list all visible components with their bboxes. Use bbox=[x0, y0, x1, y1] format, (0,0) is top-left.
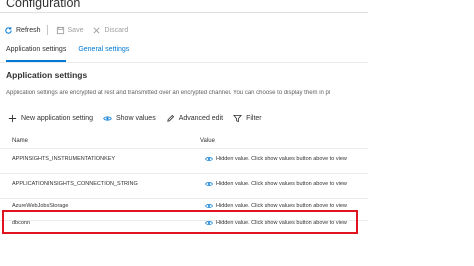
toolbar-separator bbox=[46, 25, 48, 35]
column-header-name[interactable]: Name bbox=[12, 138, 28, 144]
section-description: Application settings are encrypted at re… bbox=[6, 90, 331, 96]
save-icon bbox=[56, 26, 64, 34]
setting-name[interactable]: APPLICATIONINSIGHTS_CONNECTION_STRING bbox=[12, 181, 138, 187]
settings-actions: New application setting Show values Adva… bbox=[8, 112, 272, 124]
save-label: Save bbox=[67, 26, 84, 34]
tab-application-settings[interactable]: Application settings bbox=[6, 46, 67, 62]
setting-name[interactable]: APPINSIGHTS_INSTRUMENTATIONKEY bbox=[12, 156, 115, 162]
advanced-edit-button[interactable]: Advanced edit bbox=[166, 114, 223, 123]
refresh-label: Refresh bbox=[16, 26, 41, 34]
new-application-setting-button[interactable]: New application setting bbox=[8, 114, 93, 123]
eye-icon bbox=[205, 157, 213, 161]
discard-button[interactable]: Discard bbox=[92, 26, 128, 35]
refresh-icon bbox=[5, 26, 12, 34]
discard-label: Discard bbox=[104, 26, 129, 34]
page-title: Configuration bbox=[6, 0, 81, 10]
column-header-value[interactable]: Value bbox=[200, 138, 215, 144]
tab-general-settings[interactable]: General settings bbox=[78, 46, 129, 62]
setting-value: Hidden value. Click show values button a… bbox=[205, 203, 347, 209]
close-icon bbox=[93, 26, 101, 34]
plus-icon bbox=[8, 114, 17, 122]
new-setting-label: New application setting bbox=[21, 114, 93, 122]
tab-divider bbox=[0, 62, 368, 63]
hidden-value-text: Hidden value. Click show values button a… bbox=[216, 181, 347, 187]
eye-icon bbox=[205, 204, 213, 208]
filter-button[interactable]: Filter bbox=[233, 114, 262, 123]
save-button[interactable]: Save bbox=[56, 26, 84, 35]
eye-icon bbox=[205, 182, 213, 186]
command-bar: Refresh Save Discard bbox=[4, 22, 137, 38]
eye-icon bbox=[103, 115, 112, 121]
setting-value: Hidden value. Click show values button a… bbox=[205, 181, 347, 187]
setting-name[interactable]: AzureWebJobsStorage bbox=[12, 203, 68, 209]
highlight-box bbox=[2, 210, 358, 234]
table-row[interactable]: APPINSIGHTS_INSTRUMENTATIONKEY Hidden va… bbox=[0, 148, 368, 174]
filter-label: Filter bbox=[246, 114, 262, 122]
advanced-edit-label: Advanced edit bbox=[178, 114, 224, 122]
show-values-label: Show values bbox=[116, 114, 156, 122]
hidden-value-text: Hidden value. Click show values button a… bbox=[216, 156, 347, 162]
pencil-icon bbox=[166, 114, 174, 122]
setting-value: Hidden value. Click show values button a… bbox=[205, 156, 347, 162]
settings-tabs: Application settings General settings bbox=[6, 46, 141, 62]
hidden-value-text: Hidden value. Click show values button a… bbox=[216, 203, 347, 209]
show-values-button[interactable]: Show values bbox=[103, 114, 156, 123]
section-heading: Application settings bbox=[6, 70, 88, 80]
title-divider bbox=[0, 12, 368, 13]
refresh-button[interactable]: Refresh bbox=[4, 26, 41, 35]
filter-icon bbox=[233, 114, 243, 122]
